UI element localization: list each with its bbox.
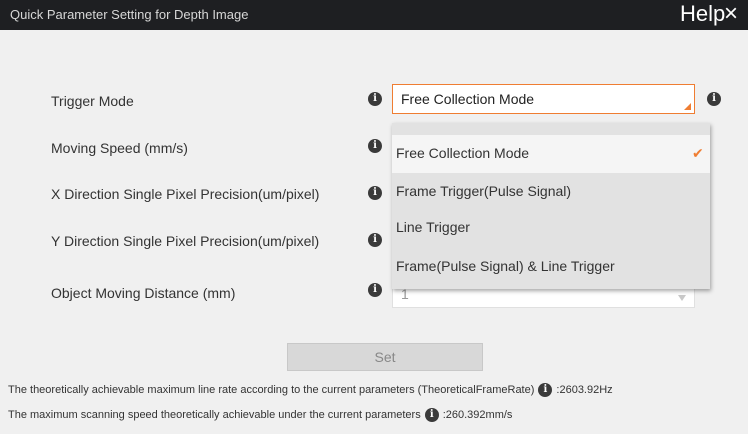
x-precision-label: X Direction Single Pixel Precision(um/pi… bbox=[51, 186, 320, 202]
resize-grip-icon bbox=[684, 103, 691, 110]
line-rate-info-icon[interactable]: i bbox=[538, 383, 553, 397]
scan-speed-text: The maximum scanning speed theoretically… bbox=[8, 408, 421, 421]
trigger-mode-select[interactable]: Free Collection Mode bbox=[392, 84, 695, 114]
chevron-down-icon bbox=[678, 295, 686, 301]
dropdown-option-line-trigger[interactable]: Line Trigger bbox=[392, 209, 710, 247]
help-button[interactable]: Help bbox=[680, 1, 725, 27]
trigger-mode-info-icon[interactable]: i bbox=[368, 92, 382, 106]
trigger-mode-extra-info-icon[interactable]: i bbox=[707, 92, 721, 106]
dropdown-option-free-collection[interactable]: Free Collection Mode ✔ bbox=[392, 135, 710, 173]
line-rate-result: The theoretically achievable maximum lin… bbox=[8, 383, 613, 397]
x-precision-info-icon[interactable]: i bbox=[368, 186, 382, 200]
trigger-mode-label: Trigger Mode bbox=[51, 93, 134, 109]
dropdown-option-frame-and-line-trigger[interactable]: Frame(Pulse Signal) & Line Trigger bbox=[392, 248, 710, 286]
object-distance-info-icon[interactable]: i bbox=[368, 283, 382, 297]
trigger-mode-value: Free Collection Mode bbox=[401, 91, 535, 107]
line-rate-text: The theoretically achievable maximum lin… bbox=[8, 383, 535, 396]
moving-speed-label: Moving Speed (mm/s) bbox=[51, 140, 188, 156]
window-title: Quick Parameter Setting for Depth Image bbox=[10, 7, 249, 22]
dropdown-option-frame-trigger[interactable]: Frame Trigger(Pulse Signal) bbox=[392, 173, 710, 211]
check-icon: ✔ bbox=[692, 145, 704, 161]
line-rate-value: :2603.92Hz bbox=[556, 383, 613, 396]
y-precision-label: Y Direction Single Pixel Precision(um/pi… bbox=[51, 233, 320, 249]
scan-speed-info-icon[interactable]: i bbox=[424, 408, 439, 422]
scan-speed-result: The maximum scanning speed theoretically… bbox=[8, 408, 512, 422]
trigger-mode-dropdown: Free Collection Mode ✔ Frame Trigger(Pul… bbox=[392, 123, 710, 289]
y-precision-info-icon[interactable]: i bbox=[368, 233, 382, 247]
moving-speed-info-icon[interactable]: i bbox=[368, 139, 382, 153]
scan-speed-value: :260.392mm/s bbox=[442, 408, 513, 421]
object-distance-label: Object Moving Distance (mm) bbox=[51, 285, 236, 301]
set-button[interactable]: Set bbox=[287, 343, 483, 371]
close-button[interactable]: × bbox=[724, 0, 738, 28]
